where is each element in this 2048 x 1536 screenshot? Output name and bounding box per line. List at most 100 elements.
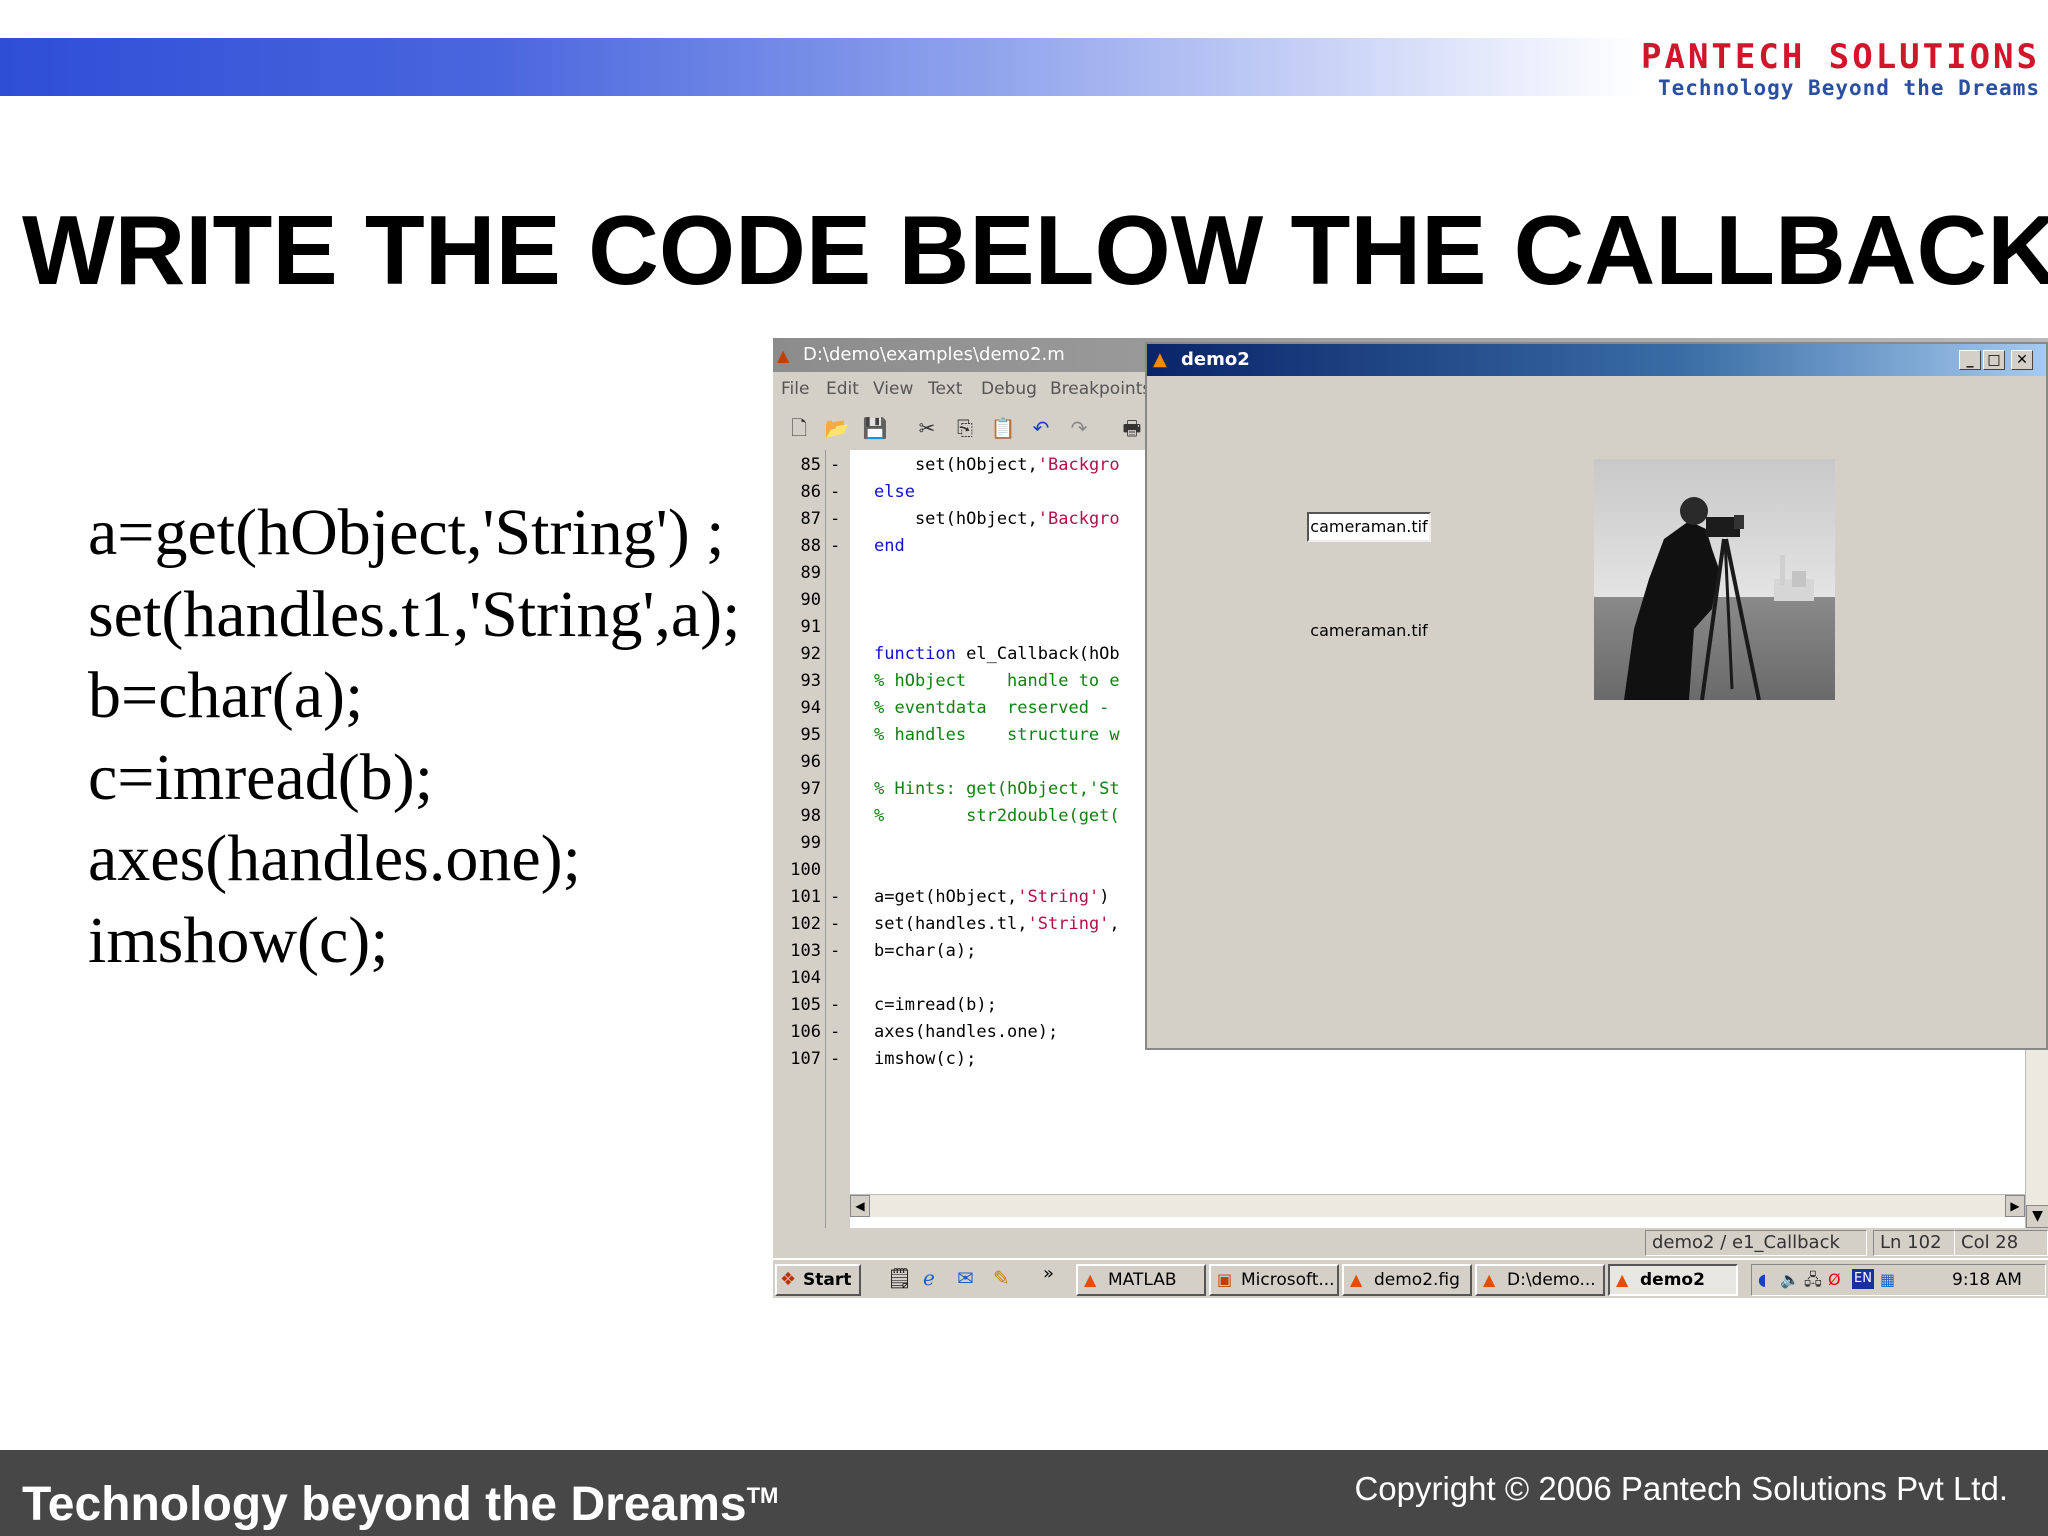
slide-code-line: c=imread(b); (88, 740, 434, 814)
matlab-icon: ▲ (1483, 1270, 1496, 1289)
breakpoint-marker[interactable]: - (830, 1019, 840, 1046)
breakpoint-marker[interactable]: - (830, 479, 840, 506)
filename-static-text: cameraman.tif (1310, 621, 1428, 640)
status-line: Ln 102 (1873, 1230, 1955, 1256)
matlab-icon: ▲ (1153, 349, 1167, 370)
task-demo-editor[interactable]: ▲ D:\demo... (1475, 1264, 1605, 1296)
status-function: demo2 / e1_Callback (1645, 1230, 1867, 1256)
code-line: b=char(a); (874, 938, 976, 965)
breakpoint-marker[interactable]: - (830, 884, 840, 911)
line-number: 85 (800, 455, 821, 475)
task-demo2-fig[interactable]: ▲ demo2.fig (1342, 1264, 1472, 1296)
cut-icon[interactable]: ✂ (913, 414, 941, 442)
windows-logo-icon: ❖ (780, 1269, 797, 1290)
menu-view[interactable]: View (873, 372, 913, 406)
menu-text[interactable]: Text (928, 372, 962, 406)
print-icon[interactable]: 🖶 (1118, 414, 1146, 442)
scroll-left-icon[interactable]: ◀ (850, 1195, 870, 1217)
task-demo2[interactable]: ▲ demo2 (1608, 1264, 1738, 1296)
matlab-file-icon: ▲ (777, 346, 790, 365)
slide-code-line: axes(handles.one); (88, 822, 581, 895)
task-matlab[interactable]: ▲ MATLAB (1076, 1264, 1206, 1296)
footer-tagline-text: Technology beyond the Dreams (22, 1478, 747, 1531)
outlook-icon[interactable]: ✉ (957, 1266, 974, 1290)
code-line: axes(handles.one); (874, 1019, 1058, 1046)
menu-file[interactable]: File (781, 372, 809, 406)
new-file-icon[interactable]: 🗋 (785, 414, 813, 442)
matlab-icon: ▲ (1350, 1270, 1363, 1289)
code-line: end (874, 533, 905, 560)
network-icon[interactable]: 🖧 (1804, 1268, 1822, 1292)
line-number: 87 (800, 509, 821, 529)
breakpoint-marker[interactable]: - (830, 1046, 840, 1073)
scroll-right-icon[interactable]: ▶ (2005, 1195, 2025, 1217)
menu-edit[interactable]: Edit (826, 372, 859, 406)
system-tray: ◖ 🔈 🖧 Ø EN ▦ 9:18 AM (1751, 1264, 2046, 1296)
maximize-icon[interactable]: □ (1983, 350, 2005, 370)
browser-icon[interactable]: ℯ (923, 1266, 935, 1290)
code-string: 'Backgro (1037, 509, 1120, 529)
slide-title: WRITE THE CODE BELOW THE CALLBACK (21, 195, 2048, 305)
scroll-down-icon[interactable]: ▼ (2026, 1205, 2048, 1228)
breakpoint-marker[interactable]: - (830, 992, 840, 1019)
task-microsoft[interactable]: ▣ Microsoft... (1209, 1264, 1339, 1296)
desktop-icon[interactable]: 🗒 (887, 1266, 912, 1290)
code-text: set(hObject, (874, 455, 1038, 475)
slide-code-line: a=get(hObject,'String') ; (88, 496, 725, 569)
chevron-more[interactable]: » (1043, 1262, 1054, 1286)
code-text: imshow(c); (874, 1049, 977, 1069)
line-number: 94 (800, 698, 821, 718)
breakpoint-marker[interactable]: - (830, 911, 840, 938)
code-comment: % handles structure w (874, 725, 1120, 745)
close-icon[interactable]: ✕ (2011, 350, 2033, 370)
line-number: 90 (800, 590, 821, 610)
code-text: el_Callback(hOb (955, 644, 1120, 664)
start-label: Start (803, 1270, 852, 1290)
filename-edit-box[interactable]: cameraman.tif (1307, 512, 1431, 542)
keyboard-icon[interactable]: ▦ (1880, 1268, 1895, 1292)
line-number: 107 (790, 1049, 821, 1069)
footer-copyright: Copyright © 2006 Pantech Solutions Pvt L… (1354, 1470, 2008, 1507)
horizontal-scrollbar[interactable]: ◀ ▶ (850, 1194, 2025, 1217)
menu-breakpoints[interactable]: Breakpoints (1050, 372, 1151, 406)
breakpoint-marker[interactable]: - (830, 452, 840, 479)
minimize-icon[interactable]: _ (1959, 350, 1981, 370)
line-number: 95 (800, 725, 821, 745)
antivirus-icon[interactable]: Ø (1828, 1268, 1841, 1292)
line-number: 91 (800, 617, 821, 637)
code-line: % eventdata reserved - (874, 695, 1109, 722)
line-number: 106 (790, 1022, 821, 1042)
start-button[interactable]: ❖ Start (775, 1264, 861, 1296)
breakpoint-marker[interactable]: - (830, 506, 840, 533)
volume-icon[interactable]: 🔈 (1780, 1268, 1800, 1292)
tool-icon[interactable]: ✎ (993, 1266, 1010, 1290)
company-logo: PANTECH SOLUTIONS Technology Beyond the … (1570, 38, 2040, 102)
paste-icon[interactable]: 📋 (989, 414, 1017, 442)
task-label: Microsoft... (1241, 1270, 1335, 1290)
open-file-icon[interactable]: 📂 (823, 414, 851, 442)
line-number: 99 (800, 833, 821, 853)
language-indicator[interactable]: EN (1852, 1269, 1874, 1289)
breakpoint-marker[interactable]: - (830, 533, 840, 560)
mouse-icon[interactable]: ◖ (1758, 1268, 1766, 1292)
copy-icon[interactable]: ⎘ (951, 414, 979, 442)
line-number: 89 (800, 563, 821, 583)
clock[interactable]: 9:18 AM (1952, 1268, 2022, 1292)
code-text: c=imread(b); (874, 995, 997, 1015)
windows-taskbar: ❖ Start 🗒 ℯ ✉ ✎ » ▲ MATLAB ▣ Microsoft..… (773, 1258, 2048, 1298)
breakpoint-marker[interactable]: - (830, 938, 840, 965)
line-number: 101 (790, 887, 821, 907)
undo-icon[interactable]: ↶ (1027, 414, 1055, 442)
line-number: 98 (800, 806, 821, 826)
code-line: function el_Callback(hOb (874, 641, 1120, 668)
breakpoint-gutter[interactable]: ---------- (825, 450, 851, 1228)
redo-icon[interactable]: ↷ (1065, 414, 1093, 442)
line-number: 105 (790, 995, 821, 1015)
code-keyword: else (874, 482, 915, 502)
slide-code-line: imshow(c); (88, 903, 389, 977)
code-text: b=char(a); (874, 941, 977, 961)
line-number: 100 (790, 860, 821, 880)
figure-titlebar[interactable]: ▲ demo2 _ □ ✕ (1147, 344, 2046, 376)
menu-debug[interactable]: Debug (981, 372, 1037, 406)
save-icon[interactable]: 💾 (861, 414, 889, 442)
